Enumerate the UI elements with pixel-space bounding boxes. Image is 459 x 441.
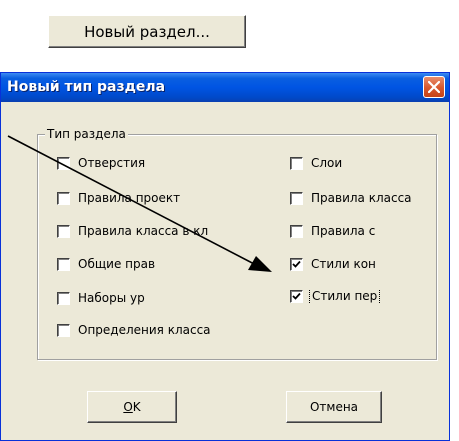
checkbox-label: Правила класса	[311, 191, 412, 205]
checkbox-label: Стили кон	[311, 257, 376, 271]
check-icon	[292, 292, 301, 300]
ok-label-rest: K	[132, 400, 141, 414]
new-section-button-label: Новый раздел...	[84, 22, 210, 41]
checkbox-label: Правила с	[311, 224, 376, 238]
checkbox-class-definitions[interactable]: Определения класса	[57, 323, 251, 337]
new-section-type-dialog: Новый тип раздела Тип раздела Отверстия …	[0, 72, 450, 441]
group-label: Тип раздела	[45, 127, 128, 141]
checkbox-label: Стили пер	[308, 289, 381, 303]
cancel-button-label: Отмена	[309, 400, 359, 414]
checkbox-class-rules-in[interactable]: Правила класса в кл	[57, 224, 239, 238]
checkbox-label: Правила проект	[78, 191, 181, 205]
checkbox-box[interactable]	[290, 289, 303, 303]
checkbox-box[interactable]	[290, 156, 303, 170]
checkbox-rules-s[interactable]: Правила с	[290, 224, 432, 238]
checkbox-box[interactable]	[290, 191, 303, 205]
dialog-titlebar: Новый тип раздела	[1, 73, 449, 102]
new-section-button[interactable]: Новый раздел...	[48, 15, 246, 48]
close-button[interactable]	[423, 76, 445, 98]
checkbox-box[interactable]	[290, 257, 303, 271]
checkbox-box[interactable]	[57, 224, 70, 238]
checkbox-openings[interactable]: Отверстия	[57, 156, 227, 170]
checkbox-label: Определения класса	[78, 323, 211, 337]
checkbox-label: Наборы ур	[78, 291, 145, 305]
checkbox-label: Отверстия	[78, 156, 146, 170]
checkbox-box[interactable]	[57, 191, 70, 205]
checkbox-box[interactable]	[290, 224, 303, 238]
checkbox-label: Слои	[311, 156, 343, 170]
ok-button[interactable]: OK	[87, 391, 177, 423]
cancel-button[interactable]: Отмена	[286, 391, 382, 423]
dialog-title: Новый тип раздела	[7, 79, 166, 95]
checkbox-layers[interactable]: Слои	[290, 156, 430, 170]
checkbox-class-rules[interactable]: Правила класса	[290, 191, 432, 205]
checkbox-label: Правила класса в кл	[78, 224, 209, 238]
checkbox-general-rules[interactable]: Общие прав	[57, 257, 227, 271]
close-icon	[428, 81, 440, 93]
ok-accelerator: O	[123, 400, 133, 414]
checkbox-transfer-styles[interactable]: Стили пер	[290, 289, 432, 303]
checkbox-construction-styles[interactable]: Стили кон	[290, 257, 432, 271]
checkbox-level-sets[interactable]: Наборы ур	[57, 291, 227, 305]
ok-button-label: OK	[123, 400, 140, 414]
checkbox-label: Общие прав	[78, 257, 156, 271]
checkbox-project-rules[interactable]: Правила проект	[57, 191, 227, 205]
check-icon	[292, 260, 301, 268]
checkbox-box[interactable]	[57, 291, 70, 305]
checkbox-box[interactable]	[57, 156, 70, 170]
checkbox-box[interactable]	[57, 257, 70, 271]
checkbox-box[interactable]	[57, 323, 70, 337]
